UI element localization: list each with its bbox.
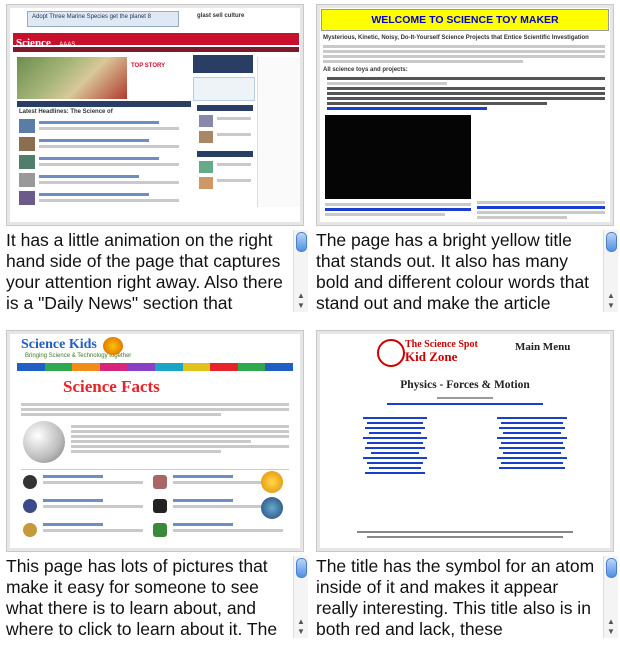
globe-image[interactable] bbox=[23, 421, 65, 463]
feature-photo[interactable] bbox=[17, 57, 127, 99]
science-kids-thumbnail[interactable]: Science Kids Bringing Science & Technolo… bbox=[6, 330, 304, 552]
screenshot-cell-1: Adopt Three Marine Species get the plane… bbox=[6, 4, 308, 312]
scrollbar-thumb[interactable] bbox=[296, 558, 307, 578]
note-scrollbar-1[interactable]: ▲ ▼ bbox=[293, 230, 308, 312]
note-box-3[interactable]: This page has lots of pictures that make… bbox=[6, 556, 308, 638]
scroll-up-arrow-icon[interactable]: ▲ bbox=[296, 292, 306, 300]
note-box-4[interactable]: The title has the symbol for an atom ins… bbox=[316, 556, 618, 638]
scroll-down-arrow-icon[interactable]: ▼ bbox=[606, 302, 616, 310]
animation-banner[interactable] bbox=[193, 55, 253, 73]
note-box-1[interactable]: It has a little animation on the right h… bbox=[6, 230, 308, 312]
site-header-bar: Science AAAS bbox=[13, 33, 299, 49]
note-text-3: This page has lots of pictures that make… bbox=[6, 556, 278, 638]
scroll-up-arrow-icon[interactable]: ▲ bbox=[606, 618, 616, 626]
logo-icon bbox=[103, 337, 123, 355]
scroll-up-arrow-icon[interactable]: ▲ bbox=[296, 618, 306, 626]
scroll-down-arrow-icon[interactable]: ▼ bbox=[296, 628, 306, 636]
video-player[interactable] bbox=[325, 115, 471, 199]
nav-bar[interactable] bbox=[13, 47, 299, 52]
science-site-thumbnail[interactable]: Adopt Three Marine Species get the plane… bbox=[6, 4, 304, 226]
note-scrollbar-3[interactable]: ▲ ▼ bbox=[293, 556, 308, 638]
banner-ad: Adopt Three Marine Species get the plane… bbox=[27, 11, 179, 27]
toy-maker-site-thumbnail[interactable]: WELCOME TO SCIENCE TOY MAKER Mysterious,… bbox=[316, 4, 614, 226]
screenshot-cell-4: The Science Spot Kid Zone Main Menu Phys… bbox=[316, 330, 618, 638]
note-box-2[interactable]: The page has a bright yellow title that … bbox=[316, 230, 618, 312]
scroll-up-arrow-icon[interactable]: ▲ bbox=[606, 292, 616, 300]
note-text-2: The page has a bright yellow title that … bbox=[316, 230, 590, 312]
note-text-4: The title has the symbol for an atom ins… bbox=[316, 556, 595, 638]
scroll-down-arrow-icon[interactable]: ▼ bbox=[296, 302, 306, 310]
scrollbar-thumb[interactable] bbox=[606, 232, 617, 252]
note-scrollbar-2[interactable]: ▲ ▼ bbox=[603, 230, 618, 312]
scroll-down-arrow-icon[interactable]: ▼ bbox=[606, 628, 616, 636]
screenshot-cell-2: WELCOME TO SCIENCE TOY MAKER Mysterious,… bbox=[316, 4, 618, 312]
yellow-title-bar: WELCOME TO SCIENCE TOY MAKER bbox=[321, 9, 609, 31]
science-spot-thumbnail[interactable]: The Science Spot Kid Zone Main Menu Phys… bbox=[316, 330, 614, 552]
scrollbar-thumb[interactable] bbox=[296, 232, 307, 252]
atom-icon bbox=[377, 339, 405, 367]
colored-nav-bar[interactable] bbox=[17, 363, 293, 371]
note-text-1: It has a little animation on the right h… bbox=[6, 230, 283, 312]
scrollbar-thumb[interactable] bbox=[606, 558, 617, 578]
screenshot-cell-3: Science Kids Bringing Science & Technolo… bbox=[6, 330, 308, 638]
news-section-bar bbox=[17, 101, 191, 107]
note-scrollbar-4[interactable]: ▲ ▼ bbox=[603, 556, 618, 638]
